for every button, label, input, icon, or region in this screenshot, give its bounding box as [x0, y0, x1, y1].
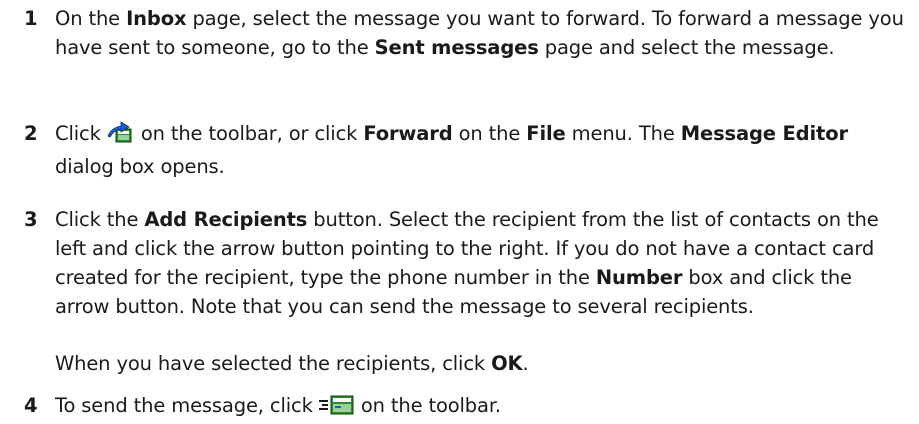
forward-message-icon [107, 120, 135, 152]
step-3-note: When you have selected the recipients, c… [55, 352, 529, 375]
message-editor-term: Message Editor [680, 122, 848, 145]
step-text: Click the Add Recipients button. Select … [55, 208, 879, 318]
step-text: On the Inbox page, select the message yo… [55, 7, 904, 59]
forward-term: Forward [363, 122, 453, 145]
step-number: 4 [24, 394, 38, 417]
step-text: Click on the toolbar, or click Forward o… [55, 120, 848, 178]
file-term: File [526, 122, 566, 145]
step-text: To send the message, click on the toolba… [55, 391, 905, 424]
add-recipients-term: Add Recipients [144, 208, 308, 231]
number-term: Number [595, 266, 683, 289]
step-number: 3 [24, 208, 38, 231]
sent-messages-term: Sent messages [374, 36, 539, 59]
step-number: 1 [24, 7, 38, 30]
step-number: 2 [24, 122, 38, 145]
ok-term: OK [491, 352, 523, 375]
inbox-term: Inbox [126, 7, 187, 30]
